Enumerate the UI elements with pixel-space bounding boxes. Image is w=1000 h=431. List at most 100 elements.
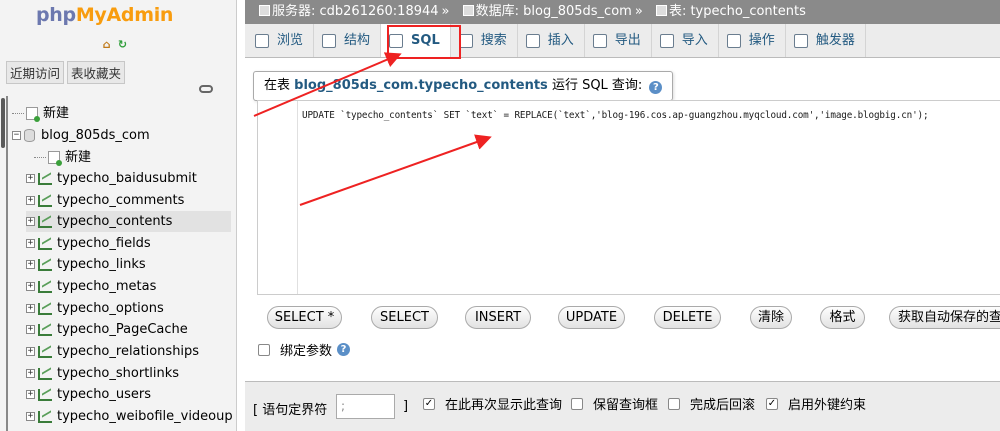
breadcrumb-server[interactable]: 服务器: cdb261260:18944 xyxy=(272,4,439,19)
update-button[interactable]: UPDATE xyxy=(558,306,625,329)
legend-suffix: 运行 SQL 查询: xyxy=(551,78,643,93)
delimiter-input[interactable]: ; xyxy=(336,394,395,419)
tab-label: 结构 xyxy=(344,33,371,48)
show-query-again-checkbox[interactable]: ✓ xyxy=(423,397,435,410)
tab-operations[interactable]: 操作 xyxy=(719,24,786,57)
expand-icon[interactable]: + xyxy=(26,412,35,421)
table-row[interactable]: + typecho_comments xyxy=(26,190,184,211)
help-icon[interactable]: ? xyxy=(649,81,663,94)
tab-export[interactable]: 导出 xyxy=(585,24,652,57)
expand-icon[interactable]: + xyxy=(26,174,35,183)
table-name: typecho_users xyxy=(57,387,152,402)
home-icon[interactable]: ⌂ xyxy=(100,38,113,51)
expand-icon[interactable]: + xyxy=(26,369,35,378)
breadcrumb-table[interactable]: 表: typecho_contents xyxy=(669,4,806,19)
sql-query-editor[interactable]: UPDATE `typecho_contents` SET `text` = R… xyxy=(257,100,1000,295)
table-row[interactable]: + typecho_fields xyxy=(26,233,151,254)
tab-label: 插入 xyxy=(547,33,574,48)
recent-tables-button[interactable]: 近期访问 xyxy=(6,61,65,84)
table-row[interactable]: + typecho_metas xyxy=(26,276,156,297)
new-database-label: 新建 xyxy=(43,106,70,121)
browse-icon xyxy=(255,33,269,48)
show-query-again-option[interactable]: ✓ 在此再次显示此查询 xyxy=(423,394,562,413)
navigation-panel: phpMyAdmin ⌂ ↻ 近期访问 表收藏夹 新建 − blog_805ds… xyxy=(0,0,237,431)
help-icon[interactable]: ? xyxy=(337,343,351,356)
table-row[interactable]: + typecho_users xyxy=(26,384,151,405)
sql-icon xyxy=(389,33,404,48)
delete-button[interactable]: DELETE xyxy=(654,306,721,329)
breadcrumb-database[interactable]: 数据库: blog_805ds_com xyxy=(476,4,632,19)
table-icon xyxy=(38,237,52,250)
table-row[interactable]: + typecho_relationships xyxy=(26,341,199,362)
tree-item-new-table[interactable]: 新建 xyxy=(34,147,91,168)
retain-query-box-checkbox[interactable] xyxy=(571,397,583,410)
table-name: typecho_fields xyxy=(57,236,151,251)
tab-import[interactable]: 导入 xyxy=(652,24,719,57)
format-button[interactable]: 格式 xyxy=(820,306,865,329)
table-row[interactable]: + typecho_links xyxy=(26,254,146,275)
table-row[interactable]: + typecho_shortlinks xyxy=(26,363,179,384)
foreign-key-checks-option[interactable]: ✓ 启用外键约束 xyxy=(766,394,866,413)
tab-label: 触发器 xyxy=(815,33,855,48)
tab-browse[interactable]: 浏览 xyxy=(247,24,315,57)
table-row[interactable]: + typecho_weibofile_videoup xyxy=(26,406,233,427)
tab-search[interactable]: 搜索 xyxy=(451,24,518,57)
tree-item-database[interactable]: − blog_805ds_com xyxy=(12,125,150,146)
rollback-checkbox[interactable] xyxy=(668,397,680,410)
sql-query-text: UPDATE `typecho_contents` SET `text` = R… xyxy=(302,110,929,121)
rollback-option[interactable]: 完成后回滚 xyxy=(668,394,755,413)
tree-branch xyxy=(34,157,46,158)
option-label: 完成后回滚 xyxy=(690,398,756,413)
tab-label: 导出 xyxy=(614,33,641,48)
get-autosaved-query-button[interactable]: 获取自动保存的查询 xyxy=(889,306,1000,329)
tab-sql[interactable]: SQL xyxy=(381,24,451,57)
favorite-tables-button[interactable]: 表收藏夹 xyxy=(67,61,126,84)
expand-icon[interactable]: + xyxy=(26,282,35,291)
logo-part-myadmin: MyAdmin xyxy=(75,4,174,26)
database-name: blog_805ds_com xyxy=(41,128,150,143)
tab-insert[interactable]: 插入 xyxy=(518,24,585,57)
table-icon xyxy=(38,388,52,401)
reload-icon[interactable]: ↻ xyxy=(116,38,129,51)
table-name: typecho_comments xyxy=(57,193,185,208)
tree-item-new-database[interactable]: 新建 xyxy=(12,103,69,124)
select-star-button[interactable]: SELECT * xyxy=(267,306,342,329)
tab-triggers[interactable]: 触发器 xyxy=(786,24,866,57)
bind-parameters-checkbox[interactable] xyxy=(258,343,270,356)
expand-icon[interactable]: + xyxy=(26,347,35,356)
table-name: typecho_PageCache xyxy=(57,322,188,337)
foreign-key-checks-checkbox[interactable]: ✓ xyxy=(766,397,778,410)
phpmyadmin-logo[interactable]: phpMyAdmin xyxy=(36,4,173,26)
structure-icon xyxy=(322,33,337,48)
tree-connector-line xyxy=(6,96,8,431)
expand-icon[interactable]: + xyxy=(26,390,35,399)
tree-scroll-handle[interactable] xyxy=(1,98,5,148)
main-tabs: 浏览 结构 SQL 搜索 插入 导出 导入 操作 触发器 xyxy=(245,24,1000,58)
expand-icon[interactable]: + xyxy=(26,196,35,205)
tab-label: 操作 xyxy=(748,33,775,48)
expand-icon[interactable]: + xyxy=(26,239,35,248)
expand-icon[interactable]: + xyxy=(26,304,35,313)
retain-query-box-option[interactable]: 保留查询框 xyxy=(571,394,658,413)
expand-icon[interactable]: + xyxy=(26,260,35,269)
collapse-icon[interactable]: − xyxy=(12,131,21,140)
expand-icon[interactable]: + xyxy=(26,217,35,226)
expand-icon[interactable]: + xyxy=(26,325,35,334)
tab-structure[interactable]: 结构 xyxy=(314,24,382,57)
table-row-active[interactable]: + typecho_contents xyxy=(26,211,231,232)
new-table-label: 新建 xyxy=(65,150,92,165)
table-name: typecho_links xyxy=(57,257,146,272)
table-row[interactable]: + typecho_baidusubmit xyxy=(26,168,197,189)
link-with-main-panel-icon[interactable] xyxy=(199,85,213,93)
clear-button[interactable]: 清除 xyxy=(750,306,792,329)
table-name: typecho_relationships xyxy=(57,344,200,359)
select-button[interactable]: SELECT xyxy=(371,306,438,329)
table-row[interactable]: + typecho_PageCache xyxy=(26,319,188,340)
table-icon xyxy=(38,410,52,423)
table-name: typecho_contents xyxy=(57,214,173,229)
delimiter-bracket: ] xyxy=(403,399,409,414)
nav-icon-bar: ⌂ ↻ xyxy=(100,38,129,51)
table-row[interactable]: + typecho_options xyxy=(26,298,164,319)
table-icon xyxy=(38,345,52,358)
insert-button[interactable]: INSERT xyxy=(465,306,531,329)
